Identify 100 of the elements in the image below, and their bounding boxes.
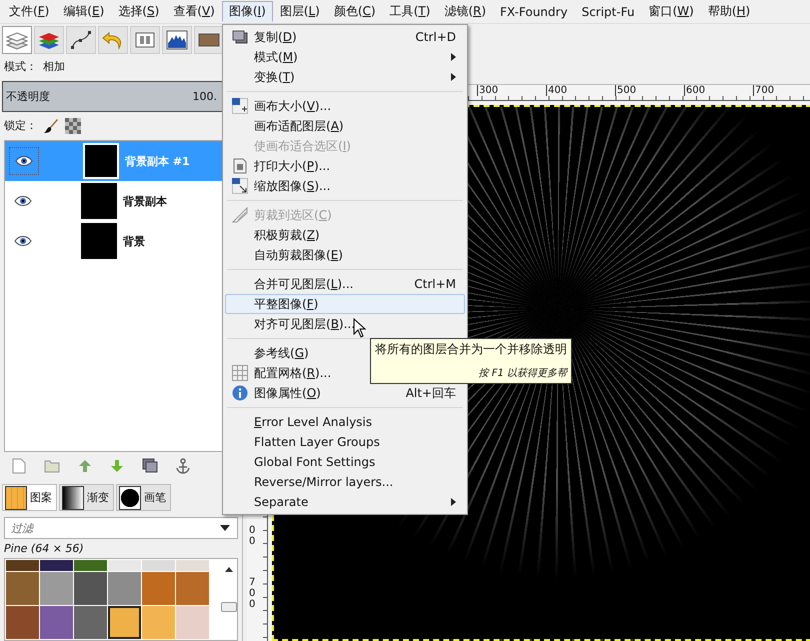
menu-item[interactable]: Separate xyxy=(225,492,465,512)
menu-bar-item[interactable]: 编辑(E) xyxy=(56,1,112,22)
mouse-cursor-icon xyxy=(353,318,367,338)
pattern-swatch[interactable] xyxy=(74,560,107,571)
histogram-icon xyxy=(165,29,189,51)
submenu-arrow-icon xyxy=(451,53,456,61)
menu-item[interactable]: 合并可见图层(L)... Ctrl+M xyxy=(225,274,465,294)
menu-item[interactable]: 画布适配图层(A) xyxy=(225,116,465,136)
menu-bar-item[interactable]: Script-Fu xyxy=(574,2,642,20)
menu-item[interactable]: Error Level Analysis xyxy=(225,412,465,432)
checker-icon[interactable] xyxy=(65,118,81,134)
opacity-value: 100. xyxy=(192,90,217,103)
duplicate-icon[interactable] xyxy=(142,458,158,474)
menu-bar-item[interactable]: FX-Foundry xyxy=(493,2,575,20)
scroll-up-icon[interactable] xyxy=(225,567,233,572)
gradient-icon xyxy=(62,486,84,510)
new-layer-icon[interactable] xyxy=(12,458,26,474)
pattern-swatch[interactable] xyxy=(142,560,175,571)
pattern-swatch[interactable] xyxy=(6,606,39,639)
opacity-label: 不透明度 xyxy=(6,88,50,104)
menu-bar-item[interactable]: 窗口(W) xyxy=(642,1,701,22)
dock-tab[interactable] xyxy=(34,26,64,54)
pattern-swatch[interactable] xyxy=(40,606,73,639)
menu-item[interactable]: 平整图像(F) xyxy=(225,294,465,314)
menu-item[interactable]: Global Font Settings xyxy=(225,452,465,472)
menu-bar-item[interactable]: 选择(S) xyxy=(111,1,166,22)
copy-icon xyxy=(232,30,248,44)
lock-label: 锁定： xyxy=(4,118,37,134)
up-arrow-icon[interactable] xyxy=(78,459,92,474)
pattern-name: Pine (64 × 56) xyxy=(3,541,85,557)
dock-tab[interactable] xyxy=(66,26,96,54)
submenu-arrow-icon xyxy=(451,73,456,81)
tooltip-text: 将所有的图层合并为一个并移除透明 xyxy=(375,341,567,358)
submenu-arrow-icon xyxy=(451,498,456,506)
pattern-swatch[interactable] xyxy=(108,560,141,571)
pattern-swatch[interactable] xyxy=(40,560,73,571)
shortcut-label: Alt+回车 xyxy=(406,385,456,401)
down-arrow-icon[interactable] xyxy=(110,459,124,474)
menu-item[interactable]: 复制(D) Ctrl+D xyxy=(225,27,465,47)
layer-name: 背景副本 #1 xyxy=(125,154,190,169)
pattern-swatch[interactable] xyxy=(142,606,175,639)
round-brush-icon xyxy=(119,486,141,510)
pattern-swatch[interactable] xyxy=(6,572,39,605)
eye-icon[interactable] xyxy=(15,155,33,168)
layer-thumbnail xyxy=(81,183,117,220)
menu-bar-item[interactable]: 工具(T) xyxy=(382,1,438,22)
layer-name: 背景副本 xyxy=(123,194,167,209)
scrollbar-thumb[interactable] xyxy=(221,602,237,612)
eye-icon[interactable] xyxy=(14,235,32,248)
grid-icon xyxy=(232,365,248,381)
pattern-swatch[interactable] xyxy=(74,606,107,639)
menu-bar-item[interactable]: 查看(V) xyxy=(166,1,222,22)
menu-bar-item[interactable]: 滤镜(R) xyxy=(437,1,494,22)
dock-tab[interactable] xyxy=(130,26,160,54)
layer-thumbnail xyxy=(81,223,117,260)
menu-bar-item[interactable]: 文件(F) xyxy=(2,1,56,22)
pattern-swatch[interactable] xyxy=(108,606,141,639)
menu-item[interactable]: 对齐可见图层(B)... xyxy=(225,314,465,334)
folder-icon[interactable] xyxy=(44,459,60,474)
canvas-size-icon xyxy=(232,98,248,114)
paths-icon xyxy=(69,29,93,51)
tooltip-hint: 按 F1 以获得更多帮 xyxy=(478,366,567,380)
resource-tab[interactable]: 渐变 xyxy=(59,484,114,511)
dropdown-arrow-icon[interactable] xyxy=(220,525,230,531)
resource-tab[interactable]: 图案 xyxy=(2,484,57,511)
pattern-swatch[interactable] xyxy=(176,606,209,639)
dock-tab[interactable] xyxy=(162,26,192,54)
brush-icon[interactable] xyxy=(43,118,59,134)
menu-bar-item[interactable]: 图层(L) xyxy=(272,1,327,22)
info-icon xyxy=(232,385,248,401)
shortcut-label: Ctrl+D xyxy=(415,29,456,45)
dock-tab[interactable] xyxy=(2,26,32,54)
pattern-swatch[interactable] xyxy=(108,572,141,605)
print-size-icon xyxy=(233,158,247,174)
mode-dropdown[interactable]: 相加 xyxy=(43,58,65,74)
dock-tab[interactable] xyxy=(194,26,224,54)
menu-item[interactable]: 图像属性(O) Alt+回车 xyxy=(225,383,465,403)
pattern-swatch[interactable] xyxy=(74,572,107,605)
layer-name: 背景 xyxy=(123,234,145,249)
knife-icon xyxy=(232,207,248,223)
menu-bar-item[interactable]: 颜色(C) xyxy=(326,1,383,22)
pattern-swatch[interactable] xyxy=(6,560,39,571)
pattern-swatch[interactable] xyxy=(142,572,175,605)
menu-bar-item[interactable]: 帮助(H) xyxy=(700,1,758,22)
layer-thumbnail xyxy=(83,143,119,180)
filter-field[interactable]: 过滤 xyxy=(4,517,238,539)
anchor-icon[interactable] xyxy=(176,458,190,474)
resource-tab[interactable]: 画笔 xyxy=(116,484,171,511)
mode-label: 模式： xyxy=(4,58,37,74)
wood-pattern-icon xyxy=(5,486,27,510)
pattern-swatch[interactable] xyxy=(176,572,209,605)
pattern-swatch[interactable] xyxy=(176,560,209,571)
pattern-swatch[interactable] xyxy=(40,572,73,605)
menu-item[interactable]: Reverse/Mirror layers... xyxy=(225,472,465,492)
scale-image-icon xyxy=(232,178,248,194)
menu-bar-item[interactable]: 图像(I) xyxy=(222,1,273,22)
menu-item[interactable]: 模式(M) xyxy=(225,47,465,67)
menu-item[interactable]: Flatten Layer Groups xyxy=(225,432,465,452)
eye-icon[interactable] xyxy=(14,195,32,208)
shortcut-label: Ctrl+M xyxy=(414,276,456,292)
